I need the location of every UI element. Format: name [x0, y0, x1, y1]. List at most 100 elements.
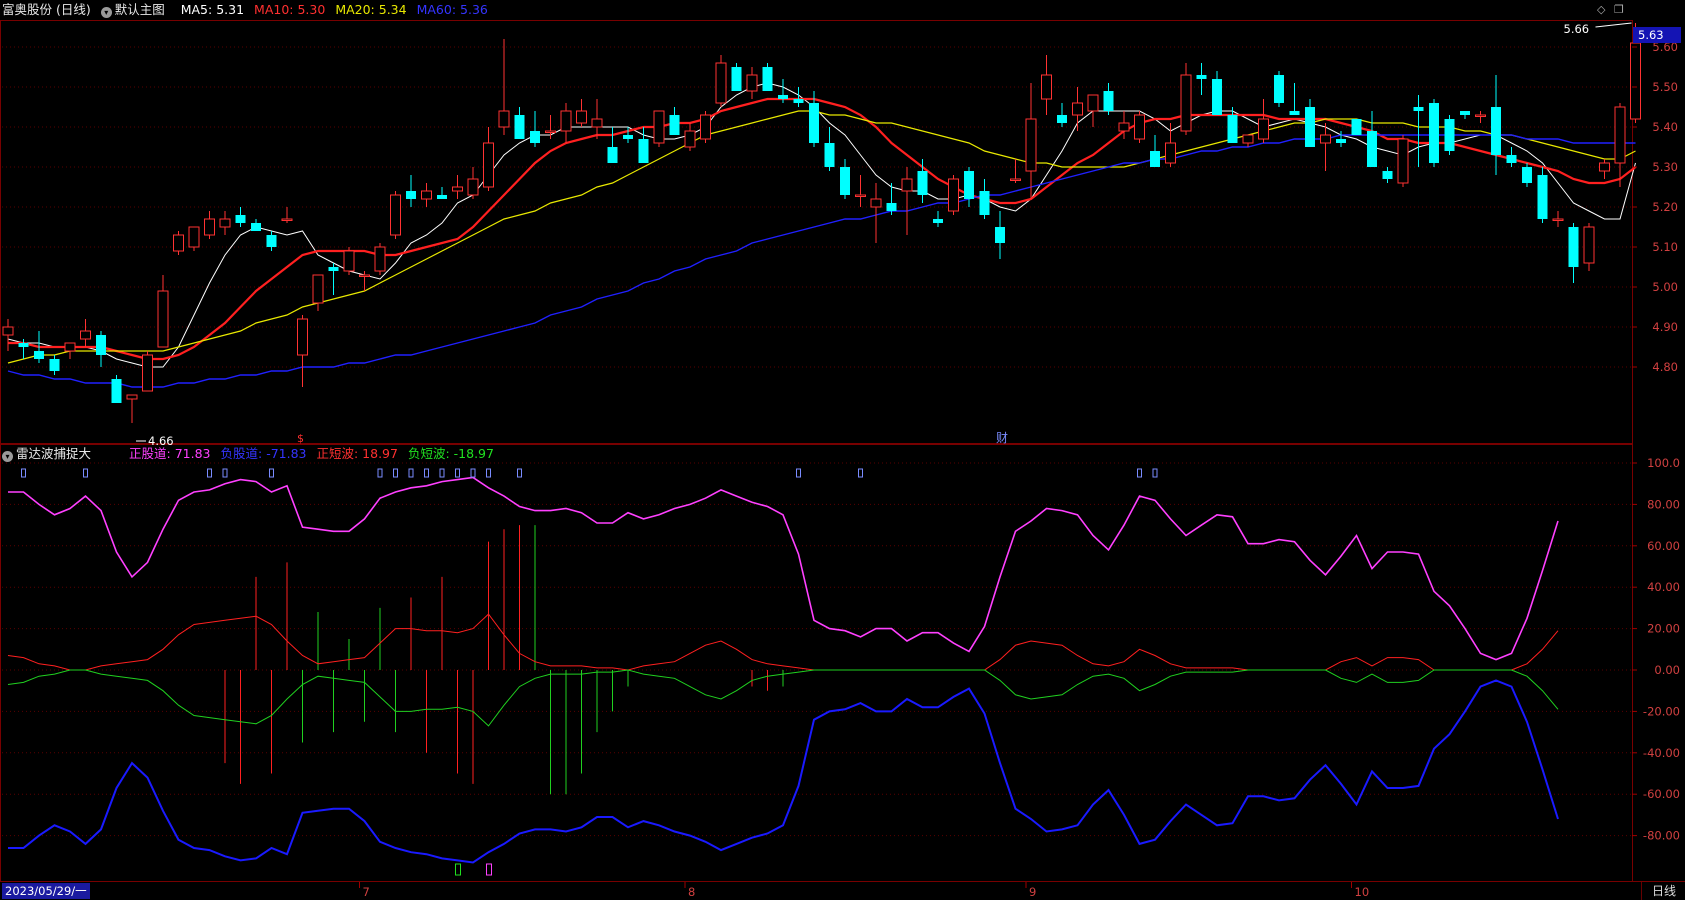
candle-body [809, 103, 819, 143]
ma20-legend: MA20: 5.34 [335, 2, 406, 17]
candle-body [467, 178, 479, 196]
candle-body [328, 267, 339, 271]
candle-body [1351, 119, 1362, 135]
candle-body [948, 178, 959, 212]
candle [1041, 55, 1052, 115]
candle [1351, 119, 1362, 135]
candle-body [1491, 107, 1501, 155]
candle-body [1041, 74, 1052, 100]
candle [1289, 83, 1300, 115]
candle-body [157, 290, 169, 348]
ma-line-ma20 [7, 110, 1636, 364]
stock-title[interactable]: 富奥股份 (日线) [2, 2, 91, 17]
high-label: 5.66 [1564, 22, 1590, 36]
candlestick-layer [2, 23, 1641, 423]
candle-body [545, 130, 556, 133]
indicator-pane-frame [0, 444, 1633, 882]
candle [855, 175, 866, 207]
candle [1305, 99, 1315, 147]
candle [1506, 147, 1517, 167]
candle-body [1599, 162, 1610, 172]
ma20-value: 5.34 [378, 2, 407, 17]
indicator-bar-layer [224, 525, 784, 795]
candle-body [1118, 122, 1130, 132]
candle-body [312, 274, 324, 304]
candle-body [2, 326, 14, 336]
neg-legend: 负股道: -71.83 [220, 446, 306, 461]
candle-body [746, 74, 758, 92]
candle [1025, 83, 1037, 199]
pos-short-legend: 正短波: 18.97 [316, 446, 398, 461]
candle-body [1180, 74, 1192, 132]
candle [1460, 111, 1470, 119]
candle-body [715, 62, 727, 104]
price-tick-label: 4.90 [1652, 320, 1678, 334]
candle-body [607, 147, 618, 163]
ma60-label: MA60: [416, 2, 457, 17]
candle [1320, 123, 1331, 171]
candle-body [1614, 106, 1626, 164]
candle [669, 107, 680, 135]
candle-body [886, 203, 897, 211]
candle [1010, 159, 1021, 183]
candle [1087, 94, 1099, 127]
signal-marker [408, 468, 414, 478]
diamond-icon[interactable]: ◇ [1597, 3, 1605, 16]
candle-body [297, 318, 308, 356]
candle [840, 159, 850, 199]
candle-body [80, 330, 91, 340]
price-tick-label: 5.50 [1652, 80, 1678, 94]
candle [49, 355, 60, 375]
chart-menu-button[interactable]: ▾ 默认主图 [100, 2, 171, 18]
candle-body [1150, 151, 1160, 167]
candle-body [96, 335, 106, 355]
candle-body [1057, 115, 1067, 123]
candle [173, 231, 184, 255]
signal-marker [222, 468, 228, 478]
neg-short-value: -18.97 [453, 446, 494, 461]
signal-marker [1152, 468, 1158, 478]
indicator-tick-label: 20.00 [1647, 622, 1680, 636]
candle-body [1072, 102, 1083, 116]
candle-body [1583, 226, 1595, 264]
indicator-header: ▾ 雷达波捕捉大 正股道: 71.83 负股道: -71.83 正短波: 18.9… [2, 444, 500, 464]
candle [374, 243, 386, 275]
candle [638, 127, 649, 163]
ma60-value: 5.36 [460, 2, 488, 17]
candle [498, 39, 510, 135]
candle [188, 226, 200, 251]
candle-body [1134, 114, 1145, 140]
candle [219, 211, 231, 235]
candle [530, 111, 540, 147]
candle [1552, 211, 1564, 227]
indicator-tick-label: 60.00 [1647, 539, 1680, 553]
candle-body [1429, 103, 1439, 163]
signal-marker [858, 468, 863, 478]
signal-marker [377, 468, 383, 478]
candle [715, 55, 727, 107]
indicator-tick-label: -60.00 [1643, 787, 1680, 801]
period-tab-daily[interactable]: 日线 [1641, 882, 1685, 900]
signal-marker [455, 468, 460, 478]
candle-body [1320, 134, 1331, 144]
neg-short-legend: 负短波: -18.97 [408, 446, 494, 461]
signal-marker [424, 468, 429, 478]
candle [1367, 111, 1377, 167]
signal-marker [393, 468, 398, 478]
candle-body [142, 354, 153, 392]
signal-marker [1137, 468, 1142, 478]
candle [452, 175, 463, 199]
high-arrow [1595, 22, 1632, 28]
candle-body [406, 191, 416, 199]
indicator-menu-button[interactable]: ▾ 雷达波捕捉大 [2, 446, 119, 462]
candle-body [1537, 175, 1548, 219]
pos-short-value: 18.97 [362, 446, 398, 461]
candle [266, 231, 277, 251]
candle-body [1010, 178, 1021, 181]
candle [1150, 135, 1160, 167]
candle-body [1444, 119, 1455, 151]
restore-window-icon[interactable]: ❐ [1614, 3, 1624, 16]
candle-body [684, 130, 696, 148]
candle [1134, 111, 1145, 143]
candle-body [1460, 111, 1470, 115]
